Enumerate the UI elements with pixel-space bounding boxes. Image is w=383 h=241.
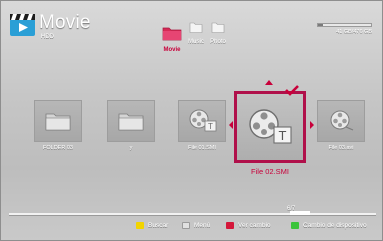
red-key-icon [226,222,234,229]
item-label: File 03.avi [328,145,354,151]
folder-icon [162,27,182,41]
folder-icon [211,22,225,33]
film-reel-subtitle-icon: T [189,109,217,132]
tab-label: Photo [210,39,226,45]
footer-label: Menú [194,222,211,229]
footer-label: Buscar [148,222,169,229]
yellow-button-search[interactable]: Buscar [136,222,168,229]
page-position-marker [290,211,310,215]
menu-button[interactable]: Menú [182,222,210,229]
item-label: File 02.SMI [251,167,289,176]
green-key-icon [291,222,299,229]
footer-label: Ver cambio [238,222,271,229]
list-item-file-02-smi[interactable]: T File 02.SMI [234,91,306,176]
storage-bar-fill [318,24,323,26]
folder-icon [189,22,203,33]
film-reel-icon [330,110,354,131]
red-button-view-change[interactable]: Ver cambio [226,222,271,229]
folder-icon [45,113,71,131]
media-browser-screen: Movie HDD Movie Music Photo 41 GB/476 GB… [0,0,383,241]
item-thumbnail [107,100,155,142]
device-label: HDD [41,34,54,40]
film-reel-subtitle-icon: T [249,109,292,144]
svg-text:T: T [279,128,287,143]
scroll-left-arrow-icon[interactable] [229,121,233,129]
list-item-y[interactable]: y [107,100,155,151]
list-item-file-01-smi[interactable]: T File 01.SMI [178,100,226,151]
footer-legend: Buscar Menú Ver cambio Cambio de disposi… [1,220,382,234]
item-thumbnail-selected: T [234,91,306,163]
menu-key-icon [182,222,190,229]
checkmark-icon [285,85,299,96]
item-thumbnail: T [178,100,226,142]
item-label: y [129,145,133,151]
page-title: Movie [39,12,91,33]
storage-indicator: 41 GB/476 GB [317,23,372,35]
green-button-change-device[interactable]: Cambio de dispositivo [291,222,367,229]
tab-label: Movie [163,47,181,53]
svg-text:T: T [208,122,213,131]
item-label: File 01.SMI [188,145,216,151]
scroll-up-arrow-icon[interactable] [265,80,273,85]
folder-icon [118,113,144,131]
footer-label: Cambio de dispositivo [303,222,367,229]
item-thumbnail [34,100,82,142]
tab-photo[interactable]: Photo [203,20,233,45]
item-thumbnail [317,100,365,142]
list-item-file-03-avi[interactable]: File 03.avi [317,100,365,151]
movie-clapper-icon [10,14,35,36]
item-label: FOLDER 03 [43,145,73,151]
divider [9,211,376,216]
yellow-key-icon [136,222,144,229]
storage-text: 41 GB/476 GB [336,29,372,35]
list-item-folder-03[interactable]: FOLDER 03 [34,100,82,151]
scroll-right-arrow-icon[interactable] [310,121,314,129]
storage-bar [317,23,372,27]
